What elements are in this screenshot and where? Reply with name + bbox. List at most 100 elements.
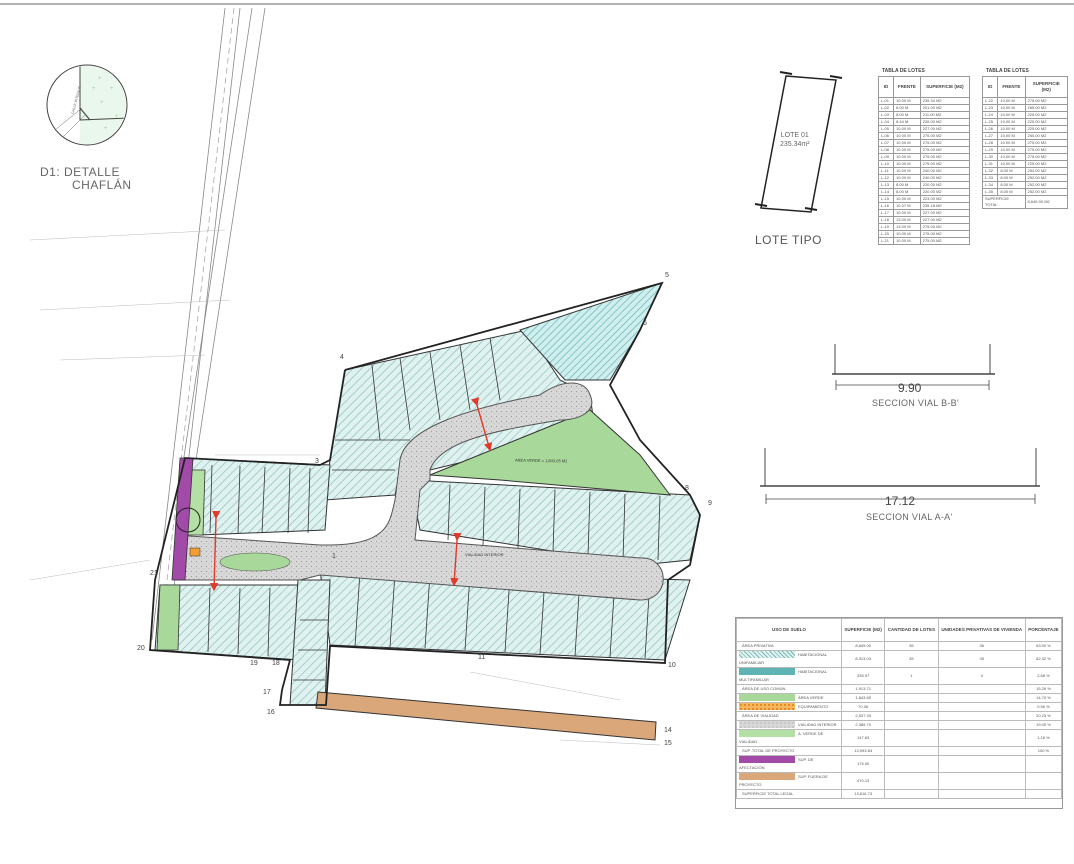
lot-id-cell: L-32 (981, 167, 999, 175)
land-use-label-cell: ÁREA DE USO COMÚN (736, 684, 842, 694)
table-row: L-11 10.00 M 240.00 M2 (877, 167, 971, 175)
lot-frente-cell: 8.00 M (997, 167, 1026, 175)
lot-superficie-cell: 225.00 M2 (1024, 111, 1069, 119)
lot-id-cell: L-23 (981, 104, 999, 112)
vial-aa-title: SECCION VIAL A-A' (866, 512, 953, 522)
land-use-area-cell: 70.06 (840, 702, 886, 712)
lots1-header-frente: FRENTE (893, 76, 921, 98)
land-use-area-cell: 176.00 (840, 755, 886, 773)
table-row: L-21 10.00 M 275.00 M2 (877, 237, 971, 245)
land-use-units-cell (937, 746, 1026, 756)
vertex-9: 9 (708, 500, 712, 507)
land-use-lots-cell (884, 789, 939, 799)
lot-superficie-cell: 275.00 M2 (1024, 97, 1069, 105)
lot-id-cell: L-07 (877, 139, 895, 147)
lot-superficie-cell: 275.00 M2 (919, 223, 971, 231)
vertex-1: 1 (332, 553, 336, 560)
table-row: L-09 10.00 M 275.00 M2 (877, 153, 971, 161)
chaflan-detail-title: D1: DETALLE CHAFLÁN (40, 166, 132, 192)
land-use-table: USO DE SUELO SUPERFICIE (M2) CANTIDAD DE… (735, 617, 1063, 809)
svg-text:+: + (115, 114, 119, 120)
lot-id-cell: L-24 (981, 111, 999, 119)
lot-frente-cell: 10.00 M (997, 132, 1026, 140)
lot-frente-cell: 10.00 M (997, 160, 1026, 168)
land-use-lots-cell (884, 746, 939, 756)
table-row: L-01 10.00 M 235.34 M2 (877, 97, 971, 105)
vertex-18: 18 (272, 660, 280, 667)
land-use-units-cell (937, 729, 1026, 747)
outside-project-strip (315, 691, 657, 741)
lot-superficie-cell: 275.00 M2 (1024, 146, 1069, 154)
lots2-total-value: 8,649.00 M2 (1024, 195, 1069, 209)
lot-superficie-cell: 235.34 M2 (919, 97, 971, 105)
lot-superficie-cell: 275.00 M2 (919, 153, 971, 161)
land-use-label-cell: SUPERFICIE TOTAL LEGAL (736, 789, 842, 799)
lot-id-cell: L-27 (981, 132, 999, 140)
lot-id-cell: L-16 (877, 202, 895, 210)
table-row: L-30 10.00 M 275.00 M2 (981, 153, 1069, 161)
table-row: L-25 10.00 M 225.00 M2 (981, 118, 1069, 126)
land-use-label-cell: SUP. TOTAL DE PROYECTO (736, 746, 842, 756)
lot-superficie-cell: 275.00 M2 (1024, 153, 1069, 161)
land-use-label-cell: ÁREA DE VIALIDAD (736, 711, 842, 721)
land-use-row: HABITACIONAL UNIFAMILIAR 8,313.03 35 35 62.3… (736, 650, 1063, 668)
lot-id-cell: L-11 (877, 167, 895, 175)
table-row: L-04 8.44 M 226.00 M2 (877, 118, 971, 126)
land-use-row: SUP. TOTAL DE PROYECTO 13,093.84 100 % (736, 746, 1063, 756)
land-use-area-cell: 13,616.73 (840, 789, 886, 799)
table-row: L-32 8.00 M 252.00 M2 (981, 167, 1069, 175)
lot-frente-cell: 10.00 M (997, 118, 1026, 126)
land-use-area-cell: 8,649.00 (840, 641, 886, 651)
lots2-total-label: SUPERFICIE TOTAL (982, 195, 1026, 209)
table-row: L-16 10.07 M 235.18 M2 (877, 202, 971, 210)
land-use-lots-cell: 36 (884, 641, 939, 651)
land-use-lots-cell (884, 729, 939, 747)
lot-frente-cell: 10.00 M (893, 237, 921, 245)
lot-id-cell: L-30 (981, 153, 999, 161)
lot-frente-cell: 10.00 M (893, 146, 921, 154)
lot-id-cell: L-35 (981, 188, 999, 196)
lot-superficie-cell: 226.00 M2 (919, 118, 971, 126)
land-use-units-cell (937, 755, 1026, 773)
lot-superficie-cell: 252.00 M2 (1024, 188, 1069, 196)
lot-frente-cell: 10.07 M (893, 202, 921, 210)
lot-id-cell: L-17 (877, 209, 895, 217)
lote-tipo-title: LOTE TIPO (755, 233, 822, 247)
table-row: L-15 10.00 M 223.00 M2 (877, 195, 971, 203)
lot-id-cell: L-33 (981, 174, 999, 182)
lot-id-cell: L-26 (981, 125, 999, 133)
lot-frente-cell: 10.00 M (997, 97, 1026, 105)
land-use-lots-cell (884, 702, 939, 712)
lot-frente-cell: 8.00 M (893, 188, 921, 196)
legend-swatch (739, 773, 795, 781)
land-use-lots-cell (884, 755, 939, 773)
lot-id-cell: L-09 (877, 153, 895, 161)
svg-text:+: + (98, 76, 102, 82)
svg-text:+: + (110, 86, 114, 92)
table-row: L-26 10.00 M 225.00 M2 (981, 125, 1069, 133)
lot-id-cell: L-12 (877, 174, 895, 182)
lot-frente-cell: 8.00 M (997, 174, 1026, 182)
land-use-row: ÁREA PRIVATIVA 8,649.00 36 36 63.00 % (736, 641, 1063, 651)
lot-frente-cell: 8.00 M (893, 181, 921, 189)
lot-superficie-cell: 225.00 M2 (1024, 160, 1069, 168)
lot-frente-cell: 10.00 M (997, 153, 1026, 161)
lot-superficie-cell: 275.00 M2 (919, 132, 971, 140)
lot-frente-cell: 10.00 M (893, 195, 921, 203)
svg-text:+: + (100, 100, 104, 106)
land-use-label: ÁREA DE USO COMÚN (742, 686, 786, 691)
chaflan-detail-circle: ++++++ (46, 64, 128, 146)
land-use-units-cell: 4 (937, 667, 1026, 685)
table-row: L-03 8.00 M 211.00 M2 (877, 111, 971, 119)
land-use-label-cell: ÁREA PRIVATIVA (736, 641, 842, 651)
land-use-row: A. VERDE DE VIALIDAD 147.63 1.18 % (736, 729, 1063, 747)
land-use-lots-cell (884, 684, 939, 694)
lot-superficie-cell: 275.00 M2 (919, 146, 971, 154)
vertex-10: 10 (668, 662, 676, 669)
lot-frente-cell: 10.00 M (893, 132, 921, 140)
lote-tipo-lot-name: LOTE 01 (780, 132, 809, 139)
table-row: L-35 8.00 M 252.00 M2 (981, 188, 1069, 196)
vertex-21: 21 (150, 570, 158, 577)
vertex-11: 11 (478, 654, 486, 661)
lot-superficie-cell: 275.00 M2 (919, 237, 971, 245)
